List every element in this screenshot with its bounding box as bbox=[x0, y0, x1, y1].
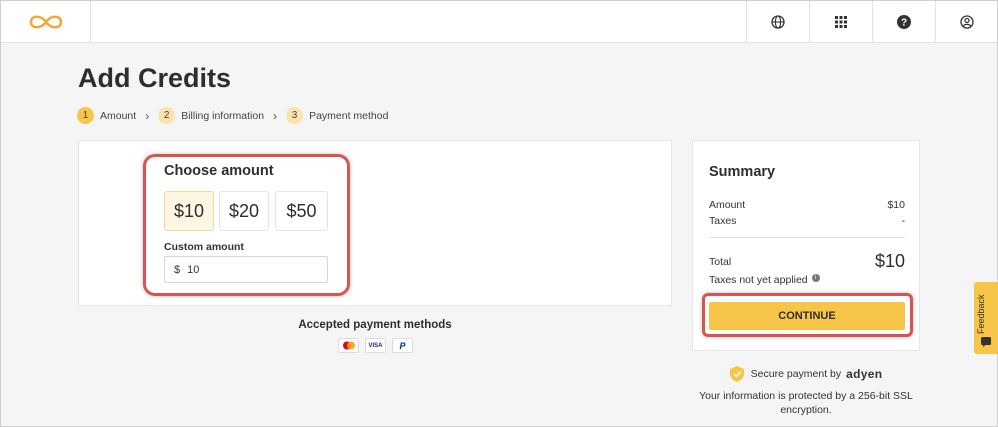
ssl-text: Your information is protected by a 256-b… bbox=[699, 390, 913, 416]
globe-button[interactable] bbox=[746, 1, 809, 42]
help-icon: ? bbox=[897, 14, 911, 29]
taxes-value: - bbox=[901, 215, 906, 227]
custom-amount-value: 10 bbox=[187, 263, 200, 276]
apps-button[interactable] bbox=[809, 1, 872, 42]
step-label: Payment method bbox=[309, 109, 389, 122]
currency-symbol: $ bbox=[174, 263, 181, 276]
taxes-note-row: Taxes not yet applied i bbox=[709, 274, 905, 286]
feedback-tab[interactable]: Feedback bbox=[974, 282, 998, 354]
step-label: Billing information bbox=[181, 109, 265, 122]
total-label: Total bbox=[709, 255, 732, 268]
stepper: 1 Amount › 2 Billing information › 3 Pay… bbox=[77, 107, 388, 124]
mastercard-icon bbox=[338, 338, 359, 353]
taxes-label: Taxes bbox=[709, 215, 737, 227]
chevron-right-icon: › bbox=[273, 108, 278, 123]
secure-payment: Secure payment by adyen bbox=[692, 366, 920, 382]
summary-title: Summary bbox=[709, 164, 776, 180]
step-payment[interactable]: 3 Payment method bbox=[286, 107, 388, 124]
svg-text:?: ? bbox=[901, 17, 907, 28]
taxes-note: Taxes not yet applied bbox=[709, 274, 808, 286]
step-billing[interactable]: 2 Billing information bbox=[158, 107, 264, 124]
adyen-logo: adyen bbox=[846, 367, 883, 381]
visa-icon: VISA bbox=[365, 338, 386, 353]
payment-cards: VISA P bbox=[338, 338, 413, 353]
feedback-icon bbox=[981, 337, 991, 347]
help-button[interactable]: ? bbox=[872, 1, 935, 42]
feedback-label: Feedback bbox=[976, 294, 986, 334]
step-label: Amount bbox=[100, 109, 137, 122]
custom-amount-label: Custom amount bbox=[164, 241, 244, 253]
apps-grid-icon bbox=[835, 15, 847, 28]
amount-option-50[interactable]: $50 bbox=[275, 191, 328, 231]
step-number: 2 bbox=[158, 107, 176, 124]
info-icon[interactable]: i bbox=[811, 274, 820, 282]
step-amount[interactable]: 1 Amount bbox=[77, 107, 136, 124]
infinity-logo-icon bbox=[29, 14, 62, 29]
choose-amount-title: Choose amount bbox=[164, 163, 274, 179]
payment-methods-title: Accepted payment methods bbox=[298, 319, 452, 331]
custom-amount-input[interactable]: $ 10 bbox=[164, 256, 328, 283]
highlight-frame bbox=[702, 293, 913, 337]
step-number: 1 bbox=[77, 107, 94, 124]
summary-divider bbox=[709, 237, 905, 238]
secure-text: Secure payment by bbox=[750, 368, 842, 380]
summary-amount-row: Amount $10 bbox=[709, 199, 905, 211]
amount-option-20[interactable]: $20 bbox=[219, 191, 269, 231]
account-icon bbox=[960, 14, 974, 29]
globe-icon bbox=[771, 14, 785, 29]
total-value: $10 bbox=[874, 251, 905, 271]
summary-total-row: Total $10 bbox=[709, 251, 905, 272]
shield-icon bbox=[729, 366, 744, 382]
amount-label: Amount bbox=[709, 199, 746, 211]
logo[interactable] bbox=[1, 1, 91, 42]
summary-taxes-row: Taxes - bbox=[709, 215, 905, 227]
amount-option-10[interactable]: $10 bbox=[164, 191, 214, 231]
amount-value: $10 bbox=[887, 199, 905, 211]
step-number: 3 bbox=[286, 107, 304, 124]
account-button[interactable] bbox=[935, 1, 998, 42]
paypal-icon: P bbox=[392, 338, 413, 353]
page-title: Add Credits bbox=[78, 63, 232, 93]
top-bar: ? bbox=[1, 1, 997, 43]
chevron-right-icon: › bbox=[145, 108, 150, 123]
